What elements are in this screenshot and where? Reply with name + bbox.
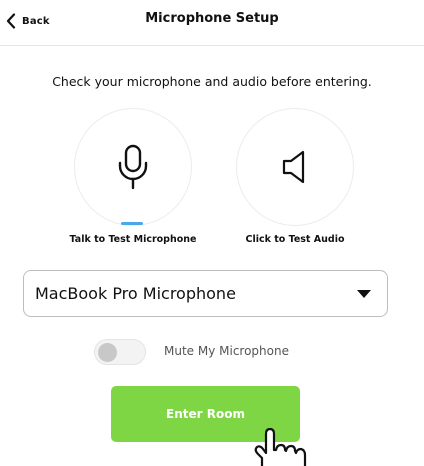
toggle-knob: [98, 343, 117, 362]
speaker-icon: [282, 150, 305, 184]
mute-toggle-label: Mute My Microphone: [164, 344, 289, 358]
test-microphone-button[interactable]: [74, 108, 192, 226]
microphone-setup-page: Back Microphone Setup Check your microph…: [0, 0, 424, 466]
test-audio-button[interactable]: [236, 108, 354, 226]
microphone-icon: [118, 144, 148, 190]
header: Back Microphone Setup: [0, 0, 424, 46]
hand-pointer-cursor-icon: [254, 428, 307, 466]
selected-device: MacBook Pro Microphone: [35, 284, 236, 303]
mic-level-indicator: [121, 222, 143, 225]
dropdown-caret-icon: [357, 290, 371, 298]
mute-toggle[interactable]: [94, 339, 146, 365]
test-audio-label: Click to Test Audio: [245, 234, 345, 245]
page-title: Microphone Setup: [145, 11, 279, 26]
microphone-device-select[interactable]: MacBook Pro Microphone: [23, 270, 388, 317]
instruction-text: Check your microphone and audio before e…: [52, 74, 372, 89]
test-microphone-label: Talk to Test Microphone: [69, 234, 197, 245]
